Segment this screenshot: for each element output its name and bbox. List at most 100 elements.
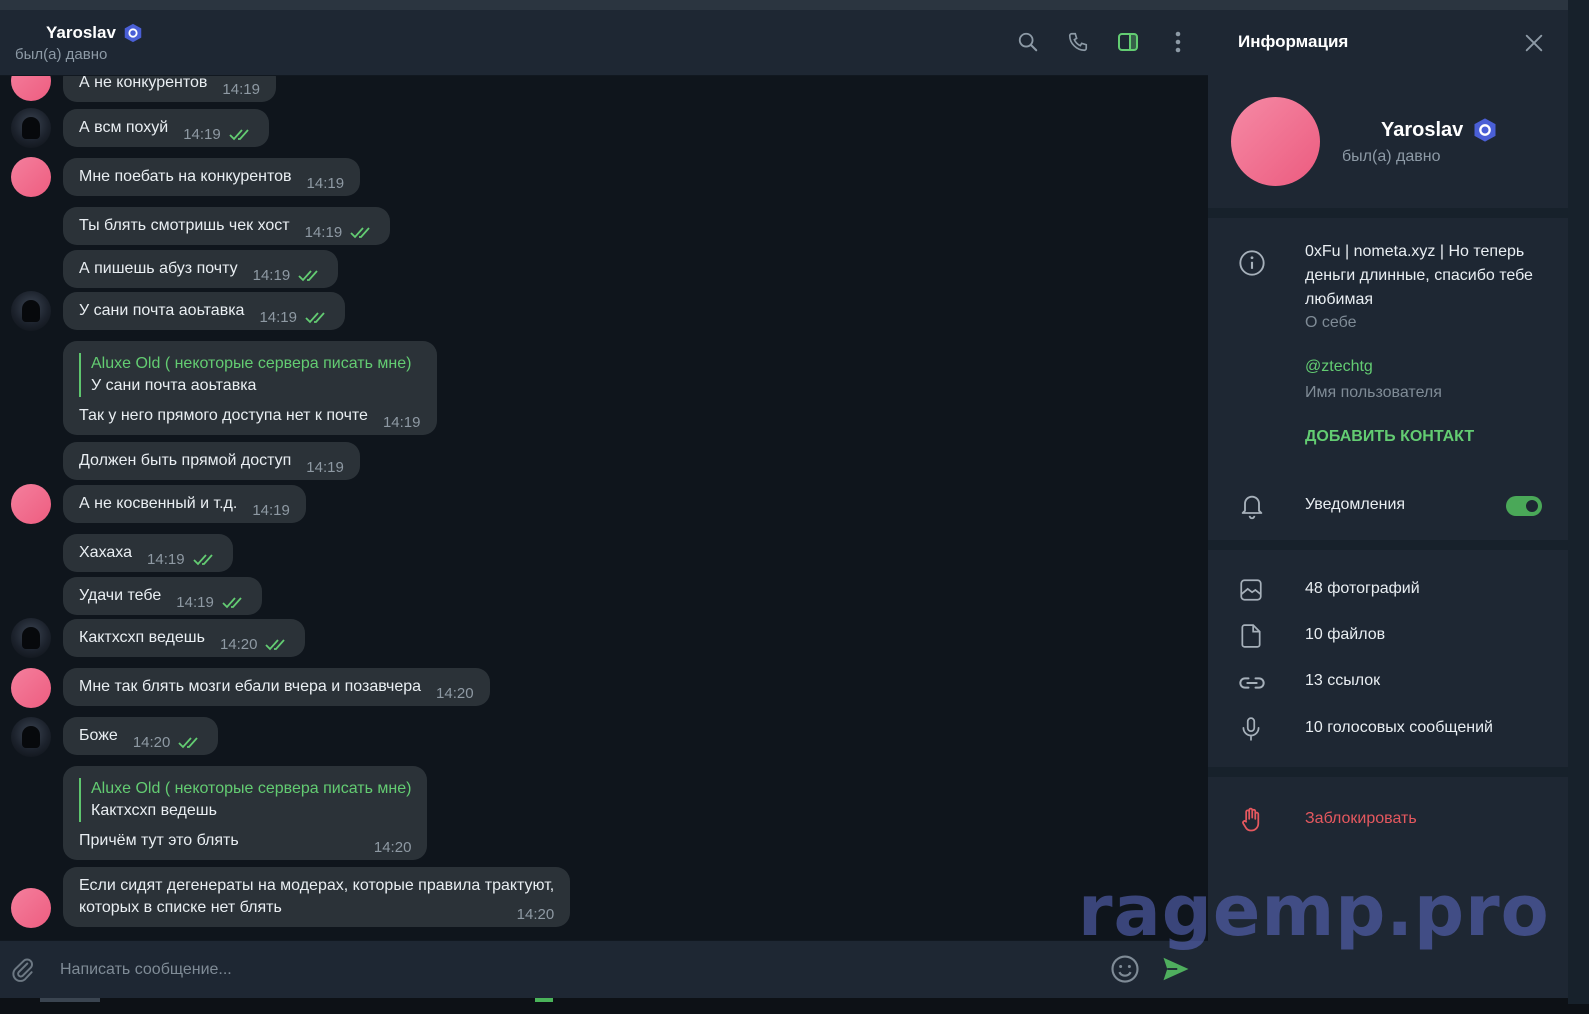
message-bubble[interactable]: Должен быть прямой доступ 14:19 [63, 442, 360, 480]
chat-title[interactable]: Yaroslav [46, 22, 144, 44]
attach-icon[interactable] [10, 956, 36, 989]
emoji-icon[interactable] [1110, 954, 1140, 989]
message-time: 14:19 [382, 414, 421, 431]
message[interactable]: Aluxe Old ( некоторые сервера писать мне… [63, 766, 428, 860]
message-bubble[interactable]: А пишешь абуз почту 14:19 [63, 250, 339, 288]
message-time: 14:19 [183, 126, 221, 143]
message-bubble[interactable]: А всм похуй 14:19 [63, 109, 269, 147]
files-link[interactable]: 10 файлов [1305, 626, 1385, 644]
chat-title-text: Yaroslav [46, 23, 116, 42]
taskbar-strip [0, 998, 1589, 1014]
chat-header: Yaroslav был(а) давно [0, 10, 1208, 76]
message-bubble[interactable]: Aluxe Old ( некоторые сервера писать мне… [63, 766, 428, 860]
search-icon[interactable] [1014, 28, 1042, 56]
more-menu-icon[interactable] [1164, 28, 1192, 56]
bio-label: О себе [1305, 314, 1357, 331]
message-bubble[interactable]: Хахаха 14:19 [63, 534, 233, 572]
message-time: 14:20 [132, 734, 171, 751]
message-text: Кактхсхп ведешь [79, 629, 205, 646]
reply-quote[interactable]: Aluxe Old ( некоторые сервера писать мне… [79, 353, 421, 397]
avatar[interactable] [11, 157, 51, 197]
message[interactable]: А всм похуй 14:19 [63, 109, 269, 147]
message-bubble[interactable]: Боже 14:20 [63, 717, 219, 755]
message-bubble[interactable]: Если сидят дегенераты на модерах, которы… [63, 867, 571, 927]
profile-status: был(а) давно [1342, 148, 1441, 165]
read-checks-icon [192, 554, 213, 566]
message[interactable]: Хахаха 14:19 [63, 534, 233, 572]
message[interactable]: Кактхсхп ведешь 14:20 [63, 619, 306, 657]
voice-messages-link[interactable]: 10 голосовых сообщений [1305, 719, 1493, 737]
avatar[interactable] [11, 291, 51, 331]
message[interactable]: Мне так блять мозги ебали вчера и позавч… [63, 668, 490, 706]
profile-avatar[interactable] [1231, 97, 1320, 186]
microphone-icon [1238, 715, 1264, 748]
avatar[interactable] [11, 888, 51, 928]
info-panel: Информация Yaroslav был(а) давно 0xFu | … [1208, 10, 1568, 998]
message-text: А не косвенный и т.д. [79, 495, 238, 512]
message-bubble[interactable]: А не конкурентов 14:19 [63, 76, 276, 102]
avatar[interactable] [11, 108, 51, 148]
read-checks-icon [178, 737, 199, 749]
message-text: Боже [79, 727, 118, 744]
message-bubble[interactable]: Мне поебать на конкурентов 14:19 [63, 158, 361, 196]
message-bubble[interactable]: А не косвенный и т.д. 14:19 [63, 485, 306, 523]
message-input[interactable] [60, 955, 1060, 985]
message[interactable]: Мне поебать на конкурентов 14:19 [63, 158, 361, 196]
notifications-toggle[interactable] [1506, 496, 1542, 516]
message-time: 14:19 [147, 551, 185, 568]
read-checks-icon [298, 270, 318, 282]
avatar[interactable] [11, 618, 51, 658]
block-hand-icon [1238, 806, 1266, 839]
avatar[interactable] [11, 668, 51, 708]
message-bubble[interactable]: Ты блять смотришь чек хост 14:19 [63, 207, 391, 245]
message-list[interactable]: А не конкурентов 14:19 А всм похуй 14:19… [0, 76, 1208, 940]
message-text: У сани почта аоьтавка [79, 302, 245, 319]
message-bubble[interactable]: Удачи тебе 14:19 [63, 577, 262, 615]
message[interactable]: А не косвенный и т.д. 14:19 [63, 485, 306, 523]
message-text: которых в списке нет блять [79, 899, 282, 916]
block-user-button[interactable]: Заблокировать [1305, 810, 1417, 828]
message[interactable]: Если сидят дегенераты на модерах, которы… [63, 867, 571, 927]
divider [1208, 767, 1568, 777]
window-edge [1568, 0, 1589, 1004]
sidebar-toggle-icon[interactable] [1114, 28, 1142, 56]
photos-link[interactable]: 48 фотографий [1305, 580, 1420, 598]
profile-username[interactable]: @ztechtg [1305, 358, 1373, 376]
close-icon[interactable] [1523, 32, 1545, 59]
message-text: Так у него прямого доступа нет к почте [79, 407, 368, 424]
message-bubble[interactable]: Мне так блять мозги ебали вчера и позавч… [63, 668, 490, 706]
message-bubble[interactable]: Кактхсхп ведешь 14:20 [63, 619, 306, 657]
message[interactable]: Ты блять смотришь чек хост 14:19 [63, 207, 391, 245]
message-time: 14:19 [259, 309, 297, 326]
links-link[interactable]: 13 ссылок [1305, 672, 1380, 690]
phone-icon[interactable] [1064, 28, 1092, 56]
read-checks-icon [350, 227, 370, 239]
photo-icon [1238, 577, 1264, 608]
message[interactable]: Должен быть прямой доступ 14:19 [63, 442, 360, 480]
message-time: 14:20 [219, 636, 258, 653]
message[interactable]: Aluxe Old ( некоторые сервера писать мне… [63, 341, 437, 435]
avatar[interactable] [11, 76, 51, 101]
message-text: Должен быть прямой доступ [79, 452, 292, 469]
verified-badge-icon [1474, 118, 1496, 142]
message[interactable]: А пишешь абуз почту 14:19 [63, 250, 339, 288]
avatar[interactable] [11, 484, 51, 524]
divider [1208, 540, 1568, 550]
message-bubble[interactable]: Aluxe Old ( некоторые сервера писать мне… [63, 341, 437, 435]
message-time: 14:20 [373, 839, 412, 856]
message-text: Удачи тебе [79, 587, 162, 604]
message[interactable]: Боже 14:20 [63, 717, 219, 755]
send-icon[interactable] [1160, 954, 1192, 989]
profile-name-text: Yaroslav [1381, 118, 1464, 141]
message-bubble[interactable]: У сани почта аоьтавка 14:19 [63, 292, 345, 330]
message[interactable]: У сани почта аоьтавка 14:19 [63, 292, 345, 330]
add-contact-button[interactable]: ДОБАВИТЬ КОНТАКТ [1305, 428, 1474, 446]
read-checks-icon [265, 639, 286, 651]
avatar[interactable] [11, 717, 51, 757]
message[interactable]: Удачи тебе 14:19 [63, 577, 262, 615]
message[interactable]: А не конкурентов 14:19 [63, 76, 276, 102]
profile-bio[interactable]: 0xFu | nometa.xyz | Но теперь деньги дли… [1305, 240, 1545, 312]
reply-quote[interactable]: Aluxe Old ( некоторые сервера писать мне… [79, 778, 411, 822]
message-time: 14:20 [516, 906, 555, 923]
link-icon [1238, 669, 1266, 702]
